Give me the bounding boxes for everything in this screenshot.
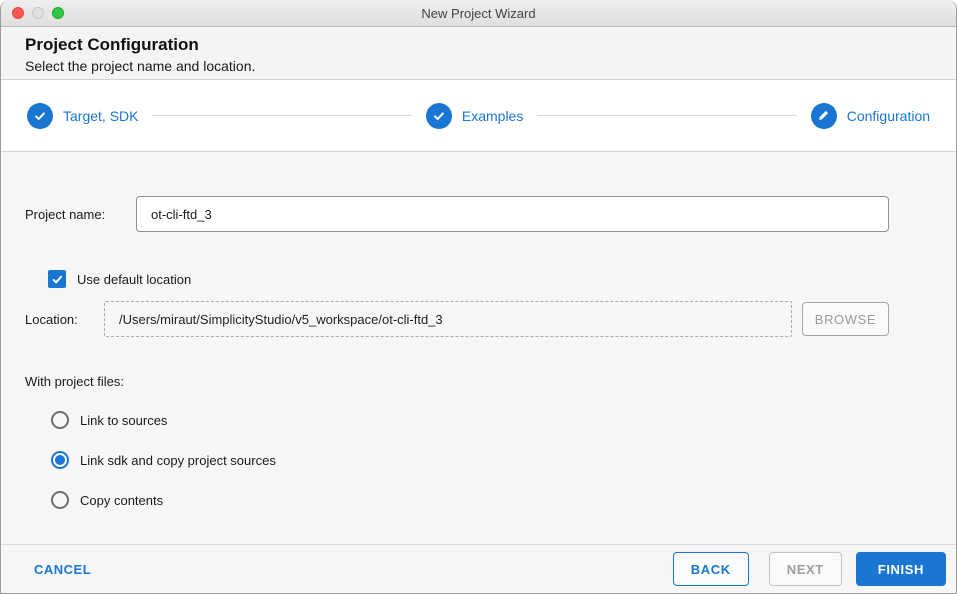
next-button[interactable]: NEXT [768, 552, 842, 586]
radio-icon-selected[interactable] [51, 451, 69, 469]
page-subtitle: Select the project name and location. [25, 58, 256, 74]
step-target-sdk[interactable]: Target, SDK [27, 102, 139, 129]
use-default-location-row[interactable]: Use default location [48, 270, 889, 288]
radio-icon[interactable] [51, 491, 69, 509]
radio-label: Link sdk and copy project sources [80, 452, 276, 468]
radio-label: Link to sources [80, 412, 168, 428]
stepper-connector [152, 115, 412, 116]
step-label: Configuration [846, 107, 931, 124]
pencil-icon [810, 102, 837, 129]
check-icon [27, 102, 53, 129]
finish-button[interactable]: FINISH [855, 552, 946, 586]
radio-link-sdk-copy-sources[interactable]: Link sdk and copy project sources [51, 451, 889, 469]
window-title: New Project Wizard [421, 6, 536, 21]
radio-link-to-sources[interactable]: Link to sources [51, 411, 889, 429]
page-header: Project Configuration Select the project… [1, 27, 956, 80]
page-title: Project Configuration [25, 35, 199, 54]
project-name-input[interactable] [136, 196, 889, 232]
radio-copy-contents[interactable]: Copy contents [51, 491, 889, 509]
cancel-button[interactable]: CANCEL [34, 562, 91, 577]
new-project-wizard-window: New Project Wizard Project Configuration… [0, 0, 957, 594]
wizard-footer: CANCEL BACK NEXT FINISH [1, 544, 956, 593]
location-row: Location: BROWSE [25, 301, 889, 337]
step-label: Target, SDK [63, 107, 139, 124]
back-button[interactable]: BACK [672, 552, 749, 586]
location-input [104, 301, 792, 337]
project-name-label: Project name: [25, 206, 106, 222]
stepper-connector [537, 115, 797, 116]
configuration-form: Project name: Use default location Locat… [1, 152, 956, 544]
browse-button[interactable]: BROWSE [802, 302, 889, 336]
use-default-location-label: Use default location [77, 271, 192, 287]
project-name-row: Project name: [25, 196, 889, 232]
check-icon [425, 102, 452, 129]
with-project-files-label: With project files: [25, 374, 124, 389]
step-examples[interactable]: Examples [425, 102, 524, 129]
step-label: Examples [461, 107, 524, 124]
use-default-location-checkbox[interactable] [48, 270, 66, 288]
wizard-stepper: Target, SDK Examples Configuration [1, 80, 956, 152]
titlebar: New Project Wizard [1, 0, 956, 27]
step-configuration[interactable]: Configuration [810, 102, 931, 129]
radio-icon[interactable] [51, 411, 69, 429]
radio-label: Copy contents [80, 492, 164, 508]
location-label: Location: [25, 311, 78, 327]
